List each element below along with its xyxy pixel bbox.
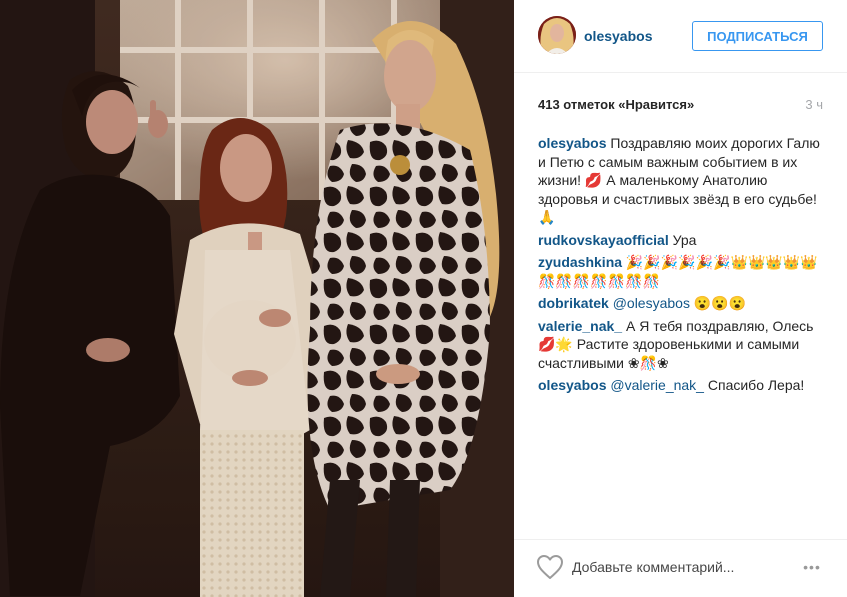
comment-mention[interactable]: @valerie_nak_: [610, 377, 704, 393]
post-header: olesyabos ПОДПИСАТЬСЯ: [514, 0, 847, 73]
ellipsis-icon: •••: [803, 559, 821, 575]
post-footer: •••: [514, 539, 847, 597]
comment-username[interactable]: olesyabos: [538, 377, 606, 393]
comment-username[interactable]: dobrikatek: [538, 295, 609, 311]
comment-item: rudkovskayaofficial Ура: [538, 231, 828, 250]
post-timestamp[interactable]: 3 ч: [805, 97, 823, 112]
follow-button[interactable]: ПОДПИСАТЬСЯ: [692, 21, 823, 51]
likes-count[interactable]: 413 отметок «Нравится»: [538, 97, 694, 112]
comment-mention[interactable]: @olesyabos: [613, 295, 690, 311]
comment-item: valerie_nak_ А Я тебя поздравляю, Олесь …: [538, 317, 828, 373]
comment-username[interactable]: olesyabos: [538, 135, 606, 151]
avatar[interactable]: [538, 16, 576, 54]
comment-text: 😮😮😮: [693, 295, 747, 311]
post-photo-image: [0, 0, 514, 597]
comment-username[interactable]: rudkovskayaofficial: [538, 232, 669, 248]
post-photo[interactable]: [0, 0, 514, 597]
like-button[interactable]: [536, 554, 564, 580]
comment-input[interactable]: [572, 554, 772, 580]
comment-username[interactable]: valerie_nak_: [538, 318, 622, 334]
comment-text: Спасибо Лера!: [707, 377, 805, 393]
comment-username[interactable]: zyudashkina: [538, 254, 622, 270]
comments-list: olesyabos Поздравляю моих дорогих Галю и…: [538, 134, 828, 399]
instagram-post: olesyabos ПОДПИСАТЬСЯ 413 отметок «Нрави…: [0, 0, 847, 597]
post-side-panel: olesyabos ПОДПИСАТЬСЯ 413 отметок «Нрави…: [514, 0, 847, 597]
more-options-button[interactable]: •••: [797, 558, 827, 576]
comment-item: dobrikatek @olesyabos 😮😮😮: [538, 294, 828, 313]
post-stats: 413 отметок «Нравится» 3 ч: [538, 97, 823, 115]
post-author-username[interactable]: olesyabos: [584, 28, 652, 44]
comment-item: olesyabos @valerie_nak_ Спасибо Лера!: [538, 376, 828, 395]
heart-outline-icon: [537, 555, 563, 579]
comment-item: olesyabos Поздравляю моих дорогих Галю и…: [538, 134, 828, 227]
comment-item: zyudashkina 🎉🎉🎉🎉🎉🎉👑👑👑👑👑🎊🎊🎊🎊🎊🎊🎊: [538, 253, 828, 290]
comment-text: Ура: [672, 231, 697, 248]
avatar-image: [538, 16, 576, 54]
